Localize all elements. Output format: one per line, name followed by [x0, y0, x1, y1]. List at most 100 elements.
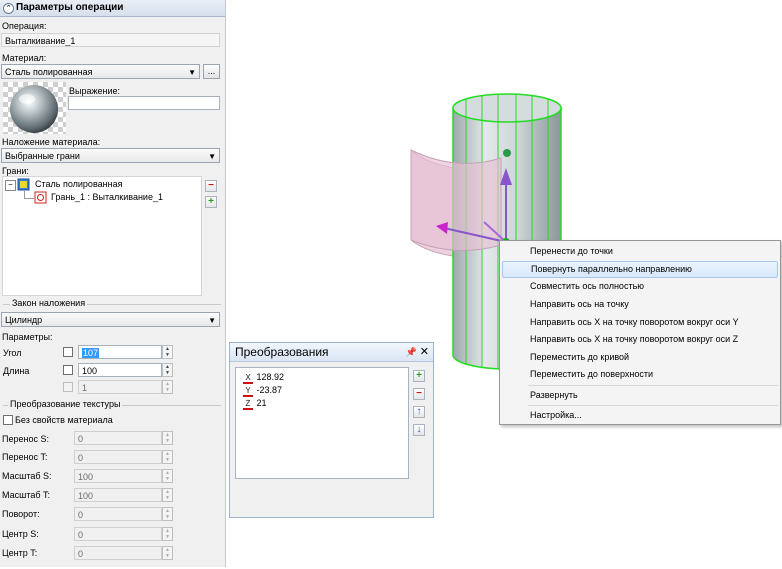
scale-t-input: 100	[74, 488, 162, 502]
material-node-icon	[17, 178, 30, 191]
x-value: 128.92	[256, 372, 285, 382]
tree-item-material[interactable]: Сталь полированная	[35, 179, 122, 189]
texture-group-title: Преобразование текстуры	[8, 399, 123, 409]
angle-checkbox[interactable]	[63, 347, 73, 357]
menu-item-move-to-surface[interactable]: Переместить до поверхности	[502, 366, 778, 383]
shift-s-spinner: ▲ ▼	[162, 431, 173, 445]
law-dropdown[interactable]: Цилиндр ▼	[1, 312, 220, 327]
material-value: Сталь полированная	[5, 67, 93, 77]
collapse-icon[interactable]: ⌃	[3, 3, 14, 14]
operation-parameters-panel: ⌃ Параметры операции Операция: Выталкива…	[0, 0, 226, 567]
z-value: 21	[256, 398, 267, 408]
menu-item-settings[interactable]: Настройка...	[502, 407, 778, 424]
mapping-label: Наложение материала:	[2, 137, 101, 147]
scale-s-spinner: ▲ ▼	[162, 469, 173, 483]
angle-input[interactable]: 107	[78, 345, 162, 359]
scale-t-label: Масштаб T:	[2, 490, 51, 500]
operation-label: Операция:	[2, 21, 47, 31]
rotation-input: 0	[74, 507, 162, 521]
angle-spinner[interactable]: ▲ ▼	[162, 345, 173, 359]
angle-label: Угол	[3, 348, 22, 358]
menu-item-expand[interactable]: Развернуть	[502, 387, 778, 404]
shift-s-label: Перенос S:	[2, 434, 49, 444]
length-spinner[interactable]: ▲ ▼	[162, 363, 173, 377]
panel-title: Параметры операции	[16, 2, 124, 13]
x-axis-icon: X	[242, 372, 254, 384]
length-input[interactable]: 100	[78, 363, 162, 377]
material-preview	[3, 82, 66, 134]
no-material-props-checkbox[interactable]	[3, 415, 13, 425]
expression-label: Выражение:	[69, 86, 121, 96]
dialog-title: Преобразования	[235, 345, 329, 359]
menu-item-point-x-around-z[interactable]: Направить ось X на точку поворотом вокру…	[502, 331, 778, 348]
list-item[interactable]: Z 21	[242, 397, 267, 410]
chevron-down-icon: ▼	[188, 68, 196, 77]
close-icon[interactable]: ✕	[420, 343, 429, 361]
third-param-input: 1	[78, 380, 162, 394]
shift-s-input: 0	[74, 431, 162, 445]
center-s-input: 0	[74, 527, 162, 541]
chevron-down-icon: ▼	[208, 152, 216, 161]
menu-item-align-axis[interactable]: Совместить ось полностью	[502, 278, 778, 295]
menu-item-rotate-parallel[interactable]: Повернуть параллельно направлению	[502, 261, 778, 278]
third-param-spinner: ▲ ▼	[162, 380, 173, 394]
context-menu: Перенести до точки Повернуть параллельно…	[499, 240, 781, 425]
material-browse-button[interactable]: ...	[203, 64, 220, 79]
texture-band-front	[410, 149, 502, 251]
shift-t-spinner: ▲ ▼	[162, 450, 173, 464]
list-item[interactable]: Y -23.87	[242, 384, 283, 397]
menu-separator	[528, 385, 778, 386]
add-face-button[interactable]: +	[205, 196, 217, 208]
shift-t-label: Перенос T:	[2, 452, 48, 462]
shift-t-input: 0	[74, 450, 162, 464]
law-group-title: Закон наложения	[10, 298, 88, 308]
pin-icon[interactable]: 📌	[406, 343, 417, 361]
angle-value: 107	[82, 348, 100, 358]
chevron-down-icon: ▼	[208, 316, 216, 325]
faces-tree: − Сталь полированная Грань_1 : Выталкива…	[2, 176, 202, 296]
rotation-spinner: ▲ ▼	[162, 507, 173, 521]
menu-item-move-to-point[interactable]: Перенести до точки	[502, 243, 778, 260]
scale-s-label: Масштаб S:	[2, 471, 52, 481]
remove-transform-button[interactable]: −	[413, 388, 425, 400]
move-up-button[interactable]: ↑	[413, 406, 425, 418]
expression-input[interactable]	[68, 96, 220, 110]
move-down-button[interactable]: ↓	[413, 424, 425, 436]
length-checkbox[interactable]	[63, 365, 73, 375]
mapping-dropdown[interactable]: Выбранные грани ▼	[1, 148, 220, 163]
tree-item-face[interactable]: Грань_1 : Выталкивание_1	[51, 192, 163, 202]
scale-s-input: 100	[74, 469, 162, 483]
dialog-header[interactable]: Преобразования 📌 ✕	[230, 343, 433, 362]
material-dropdown[interactable]: Сталь полированная ▼	[1, 64, 200, 79]
remove-face-button[interactable]: −	[205, 180, 217, 192]
z-axis-icon: Z	[242, 398, 254, 410]
menu-item-point-x-around-y[interactable]: Направить ось X на точку поворотом вокру…	[502, 314, 778, 331]
menu-separator	[528, 405, 778, 406]
no-material-props-label: Без свойств материала	[15, 415, 113, 425]
list-item[interactable]: X 128.92	[242, 371, 285, 384]
menu-item-point-axis[interactable]: Направить ось на точку	[502, 296, 778, 313]
length-label: Длина	[3, 366, 30, 376]
params-label: Параметры:	[2, 332, 53, 342]
panel-header: ⌃ Параметры операции	[0, 0, 225, 17]
center-t-input: 0	[74, 546, 162, 560]
law-value: Цилиндр	[5, 315, 43, 325]
y-axis-icon: Y	[242, 385, 254, 397]
rotation-label: Поворот:	[2, 509, 40, 519]
transformations-list[interactable]: X 128.92 Y -23.87 Z 21	[235, 367, 409, 479]
center-s-spinner: ▲ ▼	[162, 527, 173, 541]
face-node-icon	[34, 191, 47, 204]
collapse-tree-icon[interactable]: −	[5, 180, 16, 191]
cylinder-top	[452, 93, 562, 123]
scale-t-spinner: ▲ ▼	[162, 488, 173, 502]
add-transform-button[interactable]: +	[413, 370, 425, 382]
y-value: -23.87	[256, 385, 283, 395]
center-t-label: Центр T:	[2, 548, 38, 558]
menu-item-move-to-curve[interactable]: Переместить до кривой	[502, 349, 778, 366]
operation-field: Выталкивание_1	[1, 33, 220, 47]
tree-line	[24, 198, 34, 199]
material-label: Материал:	[2, 53, 47, 63]
transformations-dialog: Преобразования 📌 ✕ X 128.92 Y -23.87 Z 2…	[229, 342, 434, 518]
third-param-checkbox	[63, 382, 73, 392]
faces-label: Грани:	[2, 166, 29, 176]
